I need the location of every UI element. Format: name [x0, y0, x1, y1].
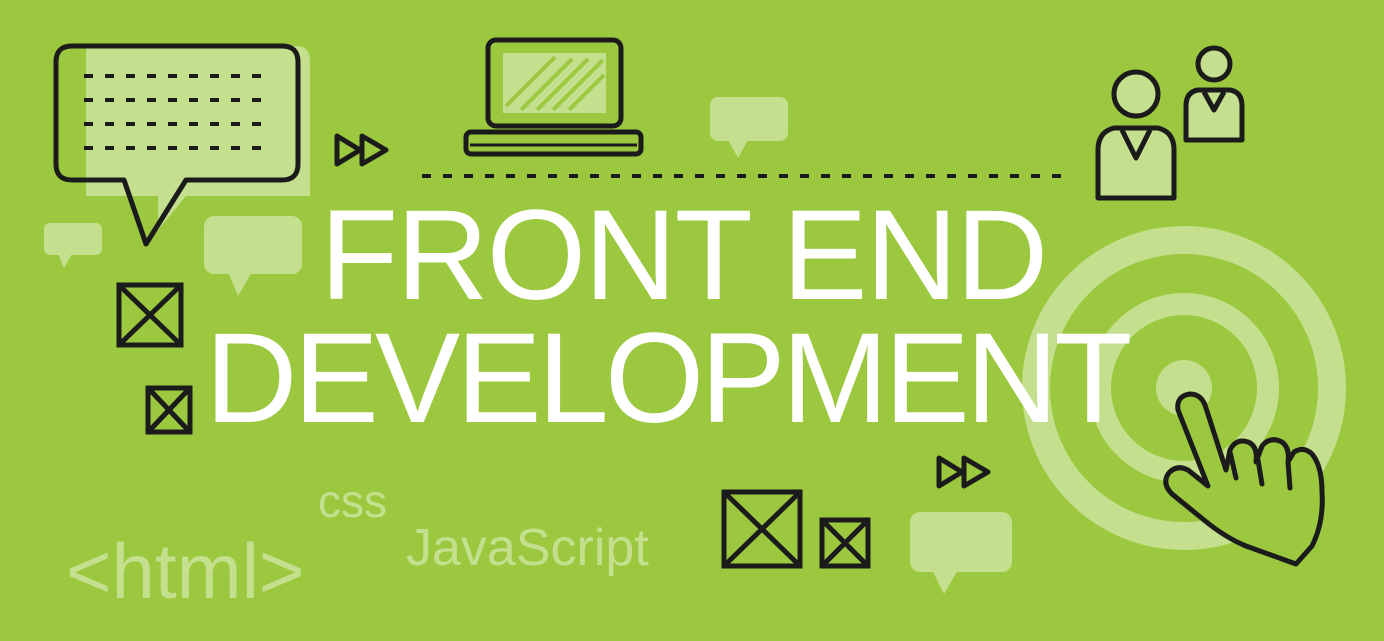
pointing-hand-icon [1163, 391, 1325, 567]
pointing-hand-overlay [1163, 391, 1325, 567]
front-end-development-banner: FRONT END DEVELOPMENT css JavaScript <ht… [0, 0, 1384, 641]
